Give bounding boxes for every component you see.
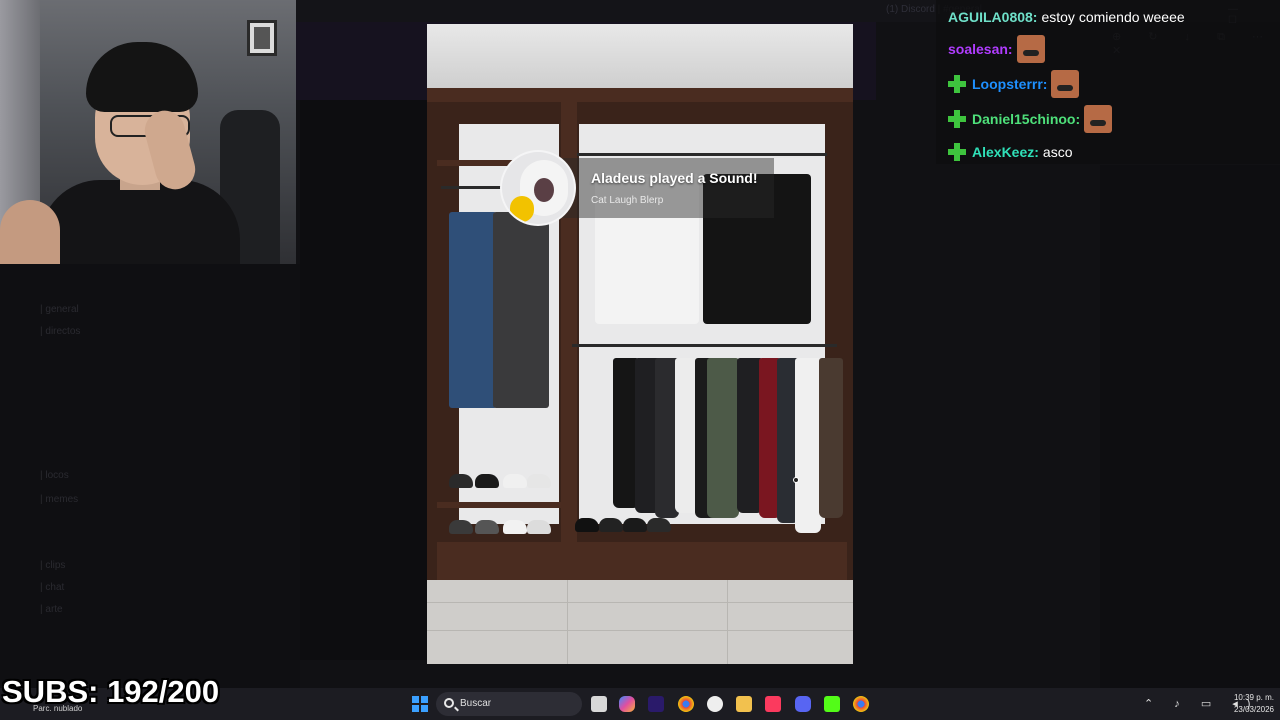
chat-message: AGUILA0808: estoy comiendo weeee: [948, 2, 1185, 32]
chat-username: Loopsterrr:: [972, 76, 1048, 92]
subs-goal-counter: SUBS: 192/200: [2, 674, 220, 709]
channel-item[interactable]: | directos: [40, 326, 80, 338]
chat-username: soalesan:: [948, 41, 1013, 57]
background-channel-list: | general | directos | locos | memes | c…: [0, 264, 300, 688]
taskbar-clock[interactable]: 10:39 p. m. 23/03/2026: [1222, 692, 1274, 716]
background-member-list: [1100, 165, 1280, 688]
webcam-wall-frame: [247, 20, 277, 56]
jacket: [707, 358, 739, 518]
closet-floor: [427, 580, 853, 664]
sound-alert-subtitle: Cat Laugh Blerp: [591, 195, 664, 206]
webcam-person-arm: [0, 200, 60, 264]
sneaker: [599, 518, 623, 532]
obs-icon[interactable]: [707, 696, 723, 712]
start-icon[interactable]: [412, 696, 428, 712]
channel-item[interactable]: | locos: [40, 470, 69, 482]
chat-message: soalesan:: [948, 34, 1045, 64]
chat-message: AlexKeez: asco: [948, 137, 1073, 167]
sneaker: [475, 474, 499, 488]
chat-message: Daniel15chinoo:: [948, 104, 1113, 134]
sub-badge-icon: [948, 143, 966, 161]
premiere-icon[interactable]: [648, 696, 664, 712]
sneaker: [647, 518, 671, 532]
kick-icon[interactable]: [824, 696, 840, 712]
itunes-icon[interactable]: [765, 696, 781, 712]
emote-icon: [1016, 35, 1045, 63]
channel-item[interactable]: | arte: [40, 604, 63, 616]
sneaker: [475, 520, 499, 534]
wardrobe-base: [577, 542, 847, 582]
channel-item[interactable]: | general: [40, 304, 79, 316]
channel-item[interactable]: | clips: [40, 560, 65, 572]
cat-avatar: [500, 150, 576, 226]
emote-icon: [1051, 70, 1080, 98]
sound-alert: Aladeus played a Sound! Cat Laugh Blerp: [500, 150, 860, 234]
wardrobe-top: [427, 88, 853, 102]
channel-item[interactable]: | memes: [40, 494, 78, 506]
discord-icon[interactable]: [795, 696, 811, 712]
sneaker: [527, 520, 551, 534]
search-icon: [444, 698, 454, 708]
chat-username: AGUILA0808:: [948, 9, 1038, 25]
search-placeholder: Buscar: [460, 698, 492, 709]
chat-message: Loopsterrr:: [948, 69, 1080, 99]
stream-chat-overlay: AGUILA0808: estoy comiendo weeee soalesa…: [936, 0, 1280, 164]
jacket: [795, 358, 821, 533]
wardrobe-base: [437, 542, 561, 582]
sub-badge-icon: [948, 110, 966, 128]
task-view-icon[interactable]: [591, 696, 607, 712]
sub-badge-icon: [948, 75, 966, 93]
background-content: [300, 100, 428, 660]
sneaker: [527, 474, 551, 488]
emote-icon: [1084, 105, 1113, 133]
sneaker: [503, 520, 527, 534]
chat-text: estoy comiendo weeee: [1041, 9, 1185, 25]
grey-jeans: [493, 212, 549, 408]
hanging-rod: [572, 344, 837, 347]
jacket: [819, 358, 843, 518]
sneaker: [503, 474, 527, 488]
channel-item[interactable]: | chat: [40, 582, 64, 594]
webcam-person-hair: [86, 42, 198, 112]
duck-icon: [510, 196, 534, 222]
copilot-icon[interactable]: [619, 696, 635, 712]
wardrobe-shelf: [437, 502, 561, 508]
sneaker: [449, 474, 473, 488]
screen: (1) Discord | #general | general | direc…: [0, 0, 1280, 720]
sneaker: [575, 518, 599, 532]
chrome-icon[interactable]: [678, 696, 694, 712]
sneaker: [623, 518, 647, 532]
blue-jeans: [449, 212, 497, 408]
sneaker: [449, 520, 473, 534]
chat-text: asco: [1042, 144, 1073, 160]
chat-username: AlexKeez:: [972, 144, 1039, 160]
closet-ceiling: [427, 24, 853, 88]
clock-time: 10:39 p. m.: [1233, 693, 1274, 702]
file-explorer-icon[interactable]: [736, 696, 752, 712]
sound-alert-title: Aladeus played a Sound!: [591, 170, 758, 186]
mouse-cursor: [793, 477, 799, 483]
webcam-person-body: [40, 180, 240, 264]
chrome-profile-icon[interactable]: [853, 696, 869, 712]
taskbar-search[interactable]: Buscar: [436, 692, 582, 716]
clock-date: 23/03/2026: [1233, 705, 1274, 714]
closet-image: [427, 24, 853, 664]
chat-username: Daniel15chinoo:: [972, 111, 1081, 127]
webcam-feed: [0, 0, 296, 264]
